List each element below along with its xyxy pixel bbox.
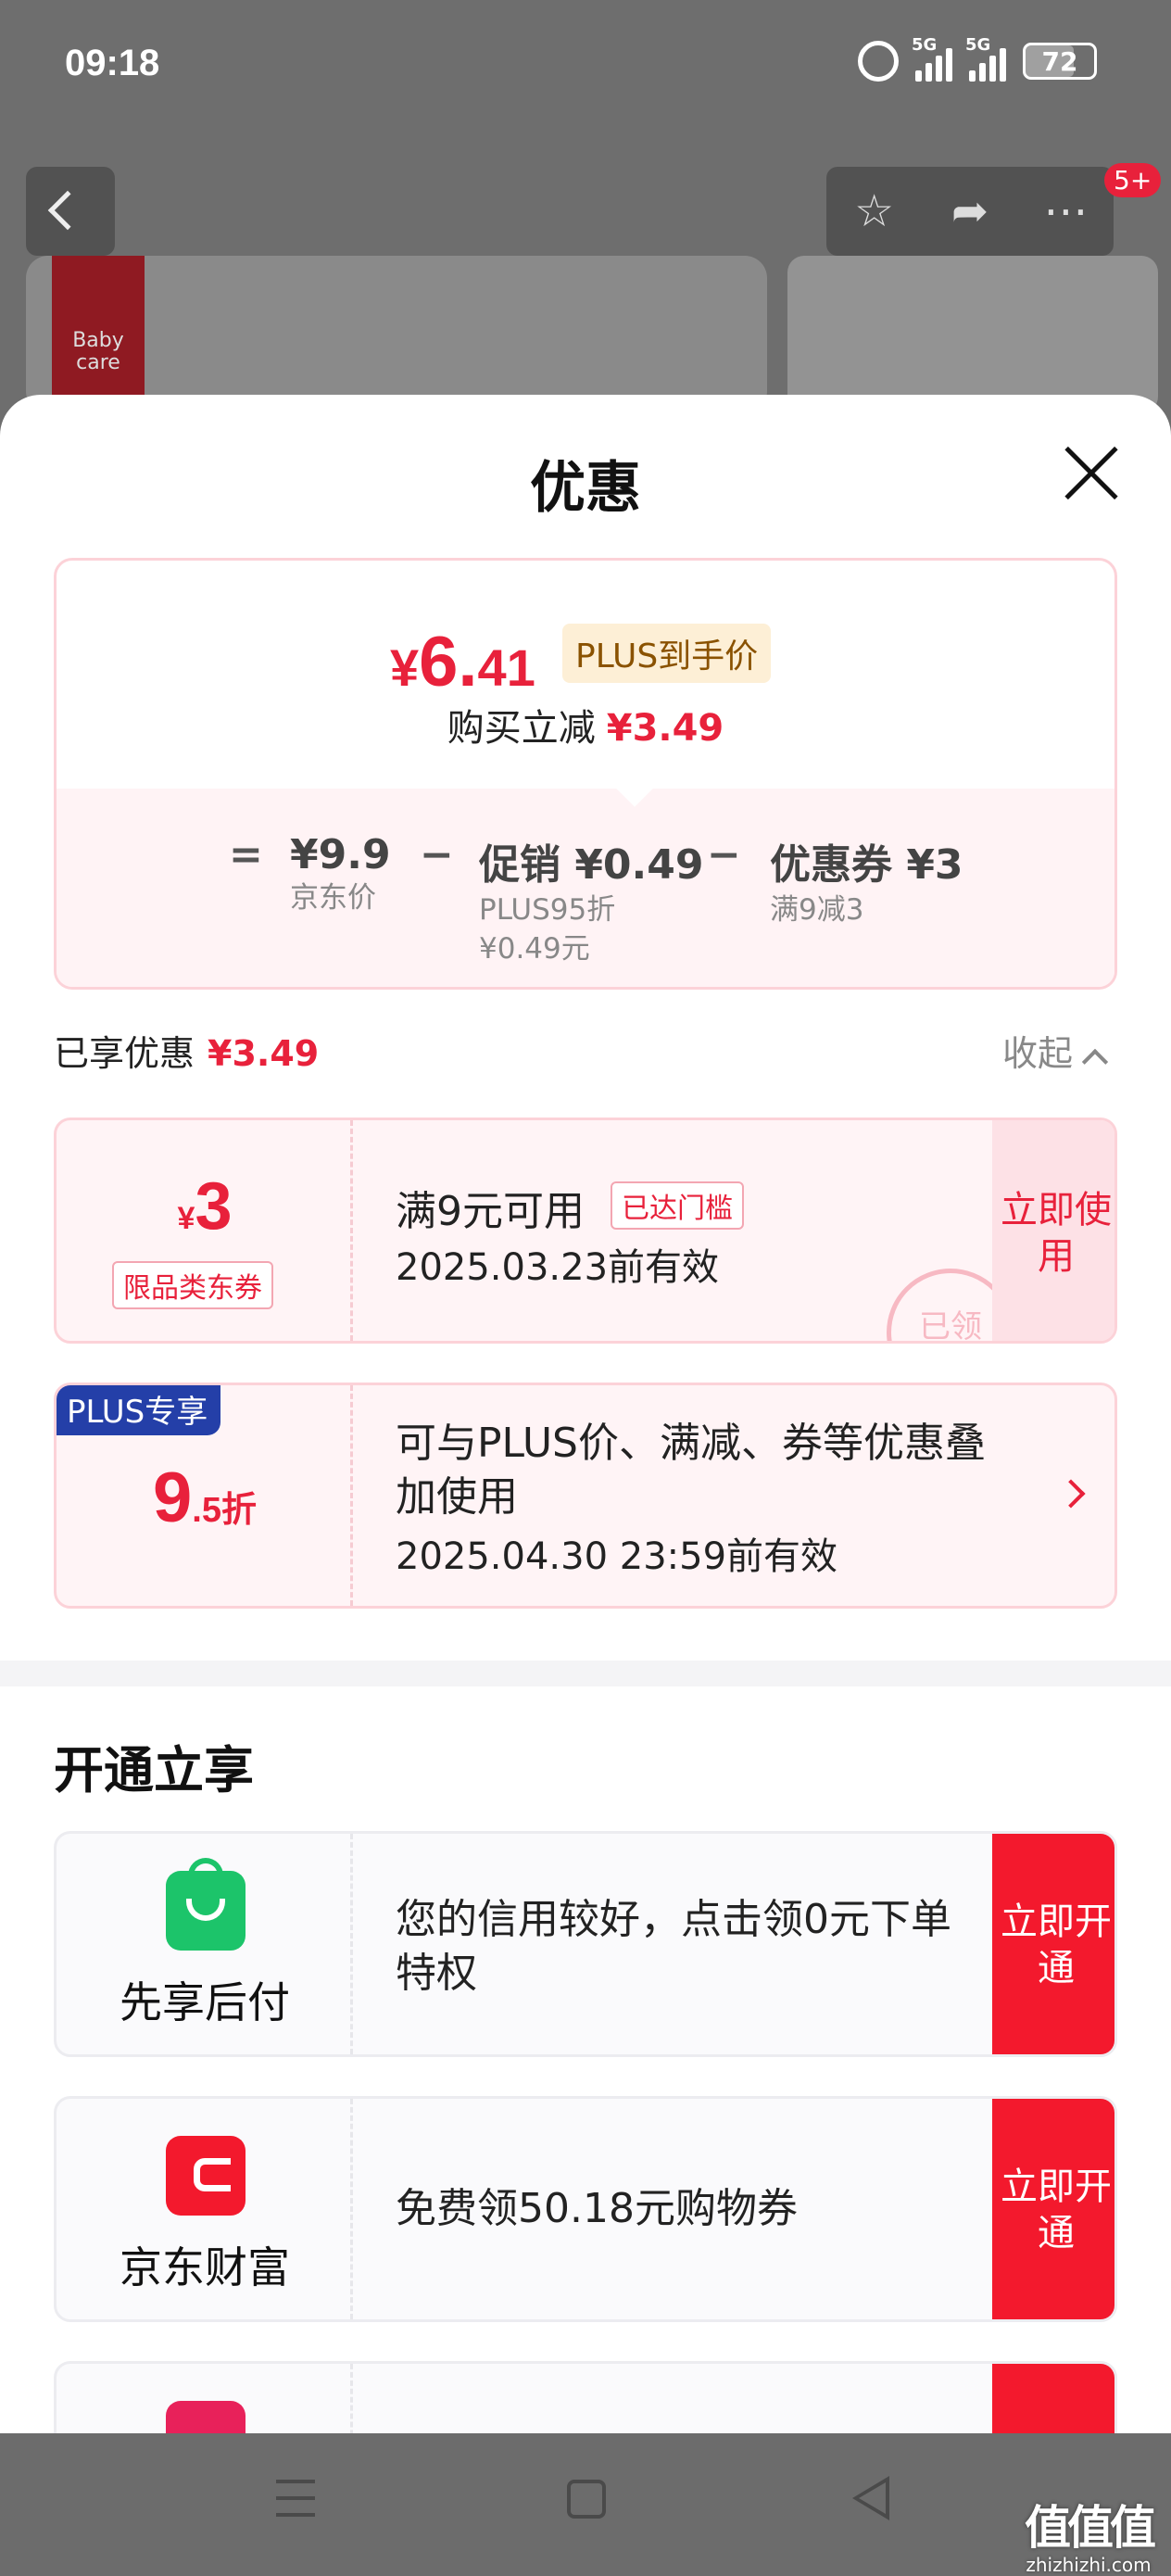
chevron-right-icon[interactable] [1056, 1479, 1086, 1509]
plus-discount-card[interactable]: 9.5折 PLUS专享 可与PLUS价、满减、券等优惠叠加使用 2025.04.… [54, 1383, 1117, 1609]
system-nav-bar [0, 2433, 1171, 2576]
discount-sheet: 优惠 ¥6.41 PLUS到手价 购买立减 ¥3.49 = ¥9.9 京东价 − … [0, 395, 1171, 2576]
coupon-value-area: ¥3 限品类东券 [57, 1120, 353, 1341]
chevron-up-icon [1081, 1048, 1109, 1076]
final-price: ¥6.41 [390, 623, 535, 701]
price-formula: = ¥9.9 京东价 − 促销 ¥0.49 PLUS95折 ¥0.49元 − 优… [57, 822, 1114, 987]
menu-icon[interactable] [276, 2480, 315, 2517]
activate-button[interactable]: 立即开通 [992, 2099, 1114, 2319]
collapse-button[interactable]: 收起 [1002, 1025, 1109, 1076]
coupon-deduction: 优惠券 ¥3 满9减3 [770, 841, 963, 927]
section-title: 开通立享 [54, 1741, 254, 1799]
threshold-tag: 已达门槛 [611, 1181, 744, 1230]
service-brand-area: 京东财富 [57, 2099, 353, 2319]
service-name: 先享后付 [120, 1977, 290, 2027]
watermark: 值值值 zhizhizhi.com [1025, 2491, 1156, 2576]
wallet-icon [166, 2136, 246, 2216]
service-description: 免费领50.18元购物券 [396, 2185, 798, 2232]
coupon-condition: 满9元可用 [396, 1188, 585, 1235]
promo-deduction: 促销 ¥0.49 PLUS95折 ¥0.49元 [479, 841, 704, 966]
plus-exclusive-badge: PLUS专享 [57, 1385, 221, 1435]
discount-description: 可与PLUS价、满减、券等优惠叠加使用 [396, 1420, 986, 1521]
coupon-amount: ¥3 [177, 1169, 233, 1244]
minus-sign: − [707, 831, 741, 878]
coupon-validity: 2025.03.23前有效 [396, 1246, 720, 1289]
section-divider [0, 1661, 1171, 1686]
activate-button[interactable]: 立即开通 [992, 1834, 1114, 2054]
instant-reduction: 购买立减 ¥3.49 [447, 707, 724, 750]
notification-badge: 5+ [1104, 163, 1162, 197]
watermark-url: zhizhizhi.com [1026, 2554, 1152, 2576]
back-triangle-icon[interactable] [852, 2476, 889, 2520]
top-actions: ☆ ➦ ⋯ [826, 167, 1114, 256]
coupon-card[interactable]: ¥3 限品类东券 满9元可用 已达门槛 2025.03.23前有效 已领 立即使… [54, 1118, 1117, 1344]
status-bar: 09:18 5G 5G 72 [0, 0, 1171, 139]
status-time: 09:18 [65, 43, 160, 83]
equals-sign: = [229, 831, 263, 878]
discount-validity: 2025.04.30 23:59前有效 [396, 1535, 838, 1578]
signal-icon: 5G [965, 35, 1006, 82]
service-card-jd-finance[interactable]: 京东财富 免费领50.18元购物券 立即开通 [54, 2096, 1117, 2322]
minus-sign: − [420, 831, 454, 878]
battery-icon: 72 [1023, 43, 1097, 80]
share-icon[interactable]: ➦ [933, 174, 1007, 248]
signal-icon: 5G [912, 35, 952, 82]
status-icons: 5G 5G 72 [858, 35, 1097, 82]
service-name: 京东财富 [120, 2242, 290, 2292]
alarm-icon [858, 41, 899, 82]
service-description: 您的信用较好，点击领0元下单特权 [396, 1896, 951, 1997]
price-summary-card: ¥6.41 PLUS到手价 购买立减 ¥3.49 = ¥9.9 京东价 − 促销 … [54, 558, 1117, 990]
discount-rate: 9.5折 [153, 1458, 257, 1537]
plus-price-tag: PLUS到手价 [562, 624, 772, 683]
base-price: ¥9.9 京东价 [290, 831, 391, 915]
sheet-title: 优惠 [530, 456, 641, 521]
star-icon[interactable]: ☆ [837, 174, 912, 248]
shopping-bag-icon [166, 1858, 246, 1951]
close-icon[interactable] [1064, 445, 1119, 500]
brand-logo: Baby care [52, 256, 145, 395]
battery-level: 72 [1041, 45, 1078, 77]
product-image-secondary [787, 256, 1158, 413]
service-brand-area: 先享后付 [57, 1834, 353, 2054]
coupon-type: 限品类东券 [112, 1261, 273, 1309]
home-icon[interactable] [567, 2480, 606, 2519]
enjoyed-discount: 已享优惠 ¥3.49 [54, 1033, 320, 1074]
more-icon[interactable]: ⋯ [1028, 174, 1102, 248]
use-now-button[interactable]: 立即使用 [992, 1120, 1114, 1341]
chevron-left-icon [47, 190, 88, 231]
back-button[interactable] [26, 167, 115, 256]
watermark-logo: 值值值 [1025, 2501, 1156, 2555]
service-card-pay-later[interactable]: 先享后付 您的信用较好，点击领0元下单特权 立即开通 [54, 1831, 1117, 2057]
